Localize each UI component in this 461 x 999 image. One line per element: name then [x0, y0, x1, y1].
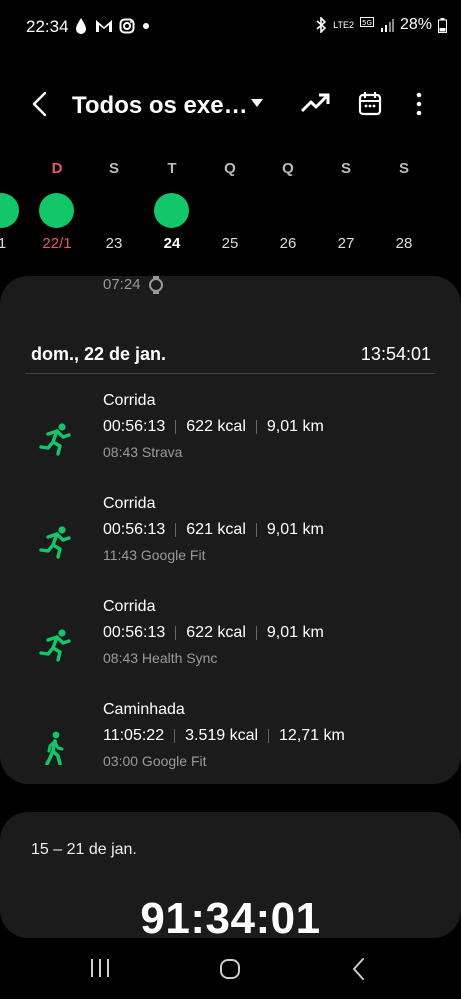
workout-duration: 11:05:22	[103, 727, 165, 744]
workout-name: Corrida	[103, 495, 156, 512]
workout-indicator	[154, 193, 189, 228]
workout-name: Corrida	[103, 392, 156, 409]
drop-icon	[76, 18, 86, 34]
separator	[255, 420, 257, 434]
workout-distance: 9,01 km	[266, 521, 324, 538]
workout-distance: 9,01 km	[266, 624, 324, 641]
separator	[174, 729, 176, 743]
workout-duration: 00:56:13	[103, 521, 166, 538]
walking-icon	[45, 731, 64, 765]
home-icon[interactable]	[218, 957, 242, 981]
day-date: dom., 22 de jan.	[31, 344, 167, 364]
workout-stats: 00:56:13 621 kcal 9,01 km	[103, 521, 324, 539]
workout-stats: 00:56:13 622 kcal 9,01 km	[103, 624, 324, 642]
workout-item[interactable]: Corrida 00:56:13 622 kcal 9,01 km 08:43 …	[0, 598, 461, 678]
day-total-time: 13:54:01	[360, 344, 431, 364]
separator	[175, 523, 177, 537]
workout-item[interactable]: Caminhada 11:05:22 3.519 kcal 12,71 km 0…	[0, 701, 461, 781]
workout-source: 08:43 Strava	[103, 444, 183, 460]
5g-icon: 5G	[359, 17, 374, 27]
week-total-time: 91:34:01	[140, 894, 321, 943]
day-workouts-card: 07:24 dom., 22 de jan. 13:54:01 Corrida …	[0, 276, 461, 784]
battery-icon	[438, 17, 447, 33]
workout-calories: 621 kcal	[186, 521, 246, 538]
separator	[255, 626, 257, 640]
workout-duration: 00:56:13	[103, 624, 166, 641]
divider	[25, 373, 435, 374]
workout-calories: 622 kcal	[186, 418, 246, 435]
back-nav-icon[interactable]	[350, 957, 368, 981]
status-time: 22:34	[26, 17, 69, 36]
workout-source: 08:43 Health Sync	[103, 650, 218, 666]
workout-calories: 622 kcal	[186, 624, 246, 641]
workout-calories: 3.519 kcal	[185, 727, 259, 744]
chevron-down-icon[interactable]	[250, 97, 264, 109]
workout-indicator	[39, 193, 74, 228]
workout-distance: 9,01 km	[266, 418, 324, 435]
notification-icons	[73, 17, 151, 35]
page-title[interactable]: Todos os exe…	[72, 92, 248, 120]
workout-indicator	[0, 193, 19, 228]
workout-duration: 00:56:13	[103, 418, 166, 435]
instagram-icon	[119, 18, 135, 34]
running-icon	[39, 423, 71, 456]
separator	[255, 523, 257, 537]
workout-item[interactable]: Corrida 00:56:13 621 kcal 9,01 km 11:43 …	[0, 495, 461, 575]
separator	[175, 420, 177, 434]
previous-entry-time: 07:24	[103, 276, 141, 293]
signal-icon	[380, 19, 394, 32]
trend-icon[interactable]	[300, 91, 330, 115]
week-range: 15 – 21 de jan.	[31, 841, 137, 858]
gmail-icon	[96, 20, 112, 32]
status-bar: 22:34 LTE2 5G 28%	[0, 0, 461, 56]
week-summary-card[interactable]: 15 – 21 de jan. 91:34:01	[0, 812, 461, 943]
recents-icon[interactable]	[88, 957, 112, 979]
workout-item[interactable]: Corrida 00:56:13 622 kcal 9,01 km 08:43 …	[0, 392, 461, 472]
more-options-icon[interactable]	[410, 90, 428, 118]
workout-name: Caminhada	[103, 701, 185, 718]
running-icon	[39, 629, 71, 662]
system-navigation-bar	[0, 945, 461, 999]
workout-source: 03:00 Google Fit	[103, 753, 207, 769]
battery-percent: 28%	[399, 16, 432, 33]
workout-distance: 12,71 km	[279, 727, 345, 744]
calendar-icon[interactable]	[358, 91, 382, 117]
workout-stats: 00:56:13 622 kcal 9,01 km	[103, 418, 324, 436]
week-calendar-strip: 1 D 22/1 S 23 T 24 Q 25 Q 26 S 27 S 28	[0, 150, 461, 260]
watch-icon	[149, 276, 163, 294]
separator	[268, 729, 270, 743]
system-icons: LTE2 5G 28%	[315, 16, 447, 34]
volte-label: LTE2	[333, 19, 354, 30]
separator	[175, 626, 177, 640]
bluetooth-icon	[316, 17, 327, 33]
app-header: Todos os exe…	[0, 80, 461, 130]
running-icon	[39, 526, 71, 559]
dot-icon	[143, 23, 149, 29]
svg-text:5G: 5G	[362, 19, 372, 27]
workout-source: 11:43 Google Fit	[103, 547, 206, 563]
workout-stats: 11:05:22 3.519 kcal 12,71 km	[103, 727, 345, 745]
back-button[interactable]	[28, 90, 52, 118]
workout-name: Corrida	[103, 598, 156, 615]
